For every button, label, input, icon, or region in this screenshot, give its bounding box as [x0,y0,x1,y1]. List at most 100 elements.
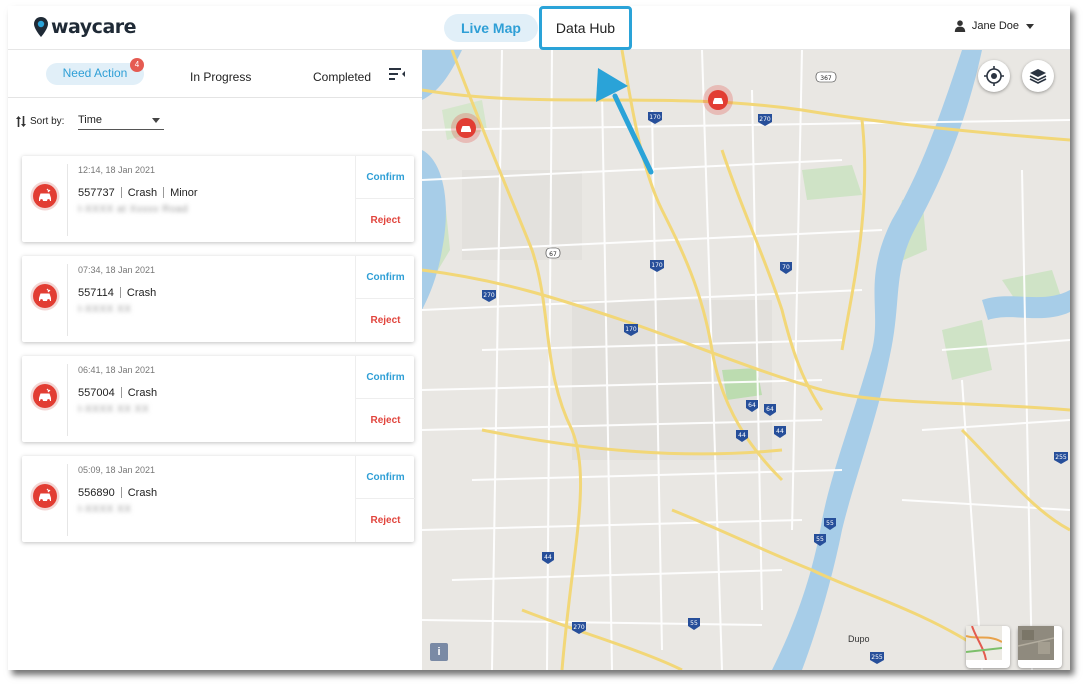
card-divider [67,364,68,436]
incident-type: Crash [126,287,157,299]
svg-text:170: 170 [625,326,637,333]
status-tabs: Need Action 4 In Progress Completed [8,50,422,98]
incident-summary: 556890 Crash [78,487,157,499]
incident-severity: Minor [170,187,198,199]
reject-button[interactable]: Reject [356,399,415,442]
location-pin-icon [34,17,48,37]
separator [119,287,121,298]
svg-text:70: 70 [782,264,790,271]
chevron-down-icon [1026,23,1034,29]
map-place-label: Dupo [848,634,870,644]
separator [120,187,122,198]
incident-id: 557004 [78,387,115,399]
incident-card[interactable]: 06:41, 18 Jan 2021 557004 Crash I-XXXX X… [22,356,415,442]
sort-icon [16,116,26,127]
incident-type: Crash [127,487,158,499]
crash-icon [30,481,60,511]
tab-in-progress[interactable]: In Progress [190,67,251,87]
top-header: waycare Live Map Data Hub Jane Doe [8,6,1070,50]
card-actions: Confirm Reject [355,256,415,342]
user-icon [954,20,966,32]
incident-summary: 557114 Crash [78,287,156,299]
info-button[interactable]: i [430,643,448,661]
svg-text:64: 64 [766,406,774,413]
reject-button[interactable]: Reject [356,499,415,542]
separator [120,487,122,498]
incident-card[interactable]: 12:14, 18 Jan 2021 557737 Crash Minor I-… [22,156,415,242]
incident-id: 557114 [78,287,114,299]
incident-id: 557737 [78,187,115,199]
satellite-view-button[interactable] [1018,626,1062,668]
card-divider [67,264,68,336]
layers-button[interactable] [1022,60,1054,92]
sort-value: Time [78,114,103,126]
card-divider [67,164,68,236]
locate-button[interactable] [978,60,1010,92]
incident-time: 06:41, 18 Jan 2021 [78,365,156,375]
card-divider [67,464,68,536]
user-menu[interactable]: Jane Doe [954,20,1034,32]
layers-icon [1029,69,1047,84]
svg-text:270: 270 [759,116,771,123]
incident-address: I-XXXX XX XX [78,404,150,415]
separator [120,387,122,398]
crash-icon [30,181,60,211]
crash-icon [30,281,60,311]
svg-text:64: 64 [748,402,756,409]
svg-text:44: 44 [776,428,784,435]
incident-time: 05:09, 18 Jan 2021 [78,465,156,475]
roadmap-view-button[interactable] [966,626,1010,668]
need-action-count-badge: 4 [130,58,144,72]
svg-text:270: 270 [483,292,495,299]
svg-text:67: 67 [549,251,557,258]
incident-marker[interactable] [703,85,733,115]
main-nav: Live Map Data Hub [444,6,632,50]
sort-bar: Sort by: Time [16,114,164,130]
incident-type: Crash [127,387,158,399]
card-actions: Confirm Reject [355,456,415,542]
card-actions: Confirm Reject [355,156,415,242]
incident-marker[interactable] [451,113,481,143]
crash-icon [30,381,60,411]
incident-time: 07:34, 18 Jan 2021 [78,265,156,275]
confirm-button[interactable]: Confirm [356,156,415,199]
svg-text:255: 255 [871,654,883,661]
reject-button[interactable]: Reject [356,299,415,342]
incident-address: I-XXXX at Xxxxx Road [78,204,189,215]
svg-text:170: 170 [651,262,663,269]
incident-card[interactable]: 07:34, 18 Jan 2021 557114 Crash I-XXXX X… [22,256,415,342]
target-icon [984,66,1004,86]
satellite-thumbnail-icon [1018,626,1054,660]
confirm-button[interactable]: Confirm [356,356,415,399]
nav-data-hub-tab[interactable]: Data Hub [539,6,632,50]
logo-text: waycare [51,16,137,38]
svg-text:270: 270 [573,624,585,631]
map-canvas[interactable]: 367 170 270 67 170 70 270 170 64 64 44 4… [422,50,1070,670]
nav-live-map-tab[interactable]: Live Map [444,14,538,42]
live-map[interactable]: 367 170 270 67 170 70 270 170 64 64 44 4… [422,50,1070,670]
user-name: Jane Doe [971,20,1019,32]
svg-text:170: 170 [649,114,661,121]
incident-time: 12:14, 18 Jan 2021 [78,165,156,175]
tab-completed[interactable]: Completed [313,67,371,87]
incident-summary: 557004 Crash [78,387,157,399]
waycare-logo[interactable]: waycare [34,16,137,38]
incident-summary: 557737 Crash Minor [78,187,198,199]
reject-button[interactable]: Reject [356,199,415,242]
sort-select[interactable]: Time [78,112,164,130]
app-window: waycare Live Map Data Hub Jane Doe Need … [8,6,1070,670]
svg-text:44: 44 [738,432,746,439]
svg-text:255: 255 [1055,454,1067,461]
confirm-button[interactable]: Confirm [356,256,415,299]
incident-address: I-XXXX XX [78,504,132,515]
separator [163,187,165,198]
sort-label: Sort by: [30,116,65,127]
confirm-button[interactable]: Confirm [356,456,415,499]
card-actions: Confirm Reject [355,356,415,442]
incident-panel: Need Action 4 In Progress Completed Sort… [8,50,422,670]
svg-text:367: 367 [820,75,832,82]
incident-address: I-XXXX XX [78,304,132,315]
incident-card[interactable]: 05:09, 18 Jan 2021 556890 Crash I-XXXX X… [22,456,415,542]
chevron-down-icon [152,118,160,123]
filter-icon[interactable] [389,68,405,80]
